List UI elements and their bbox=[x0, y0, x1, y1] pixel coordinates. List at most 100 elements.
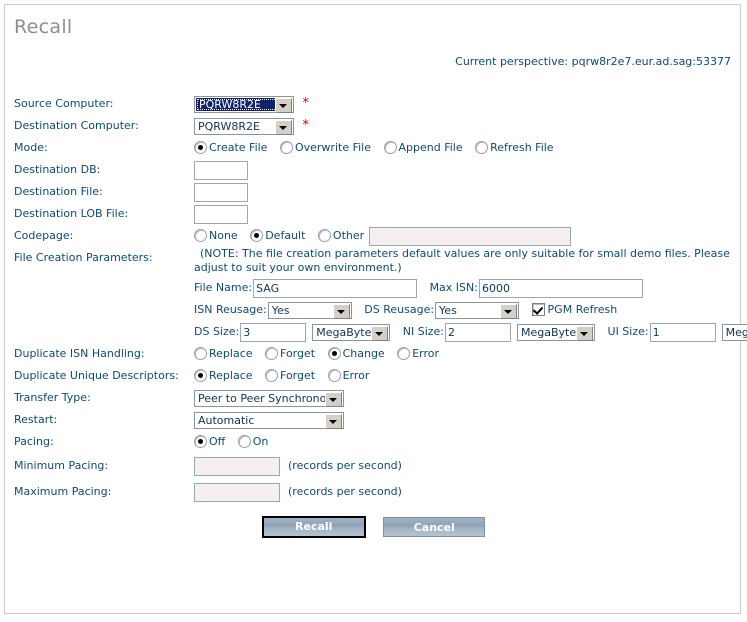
label-isn-reusage: ISN Reusage: bbox=[194, 303, 267, 316]
radio-dup-desc-forget[interactable] bbox=[265, 368, 279, 382]
maximum-pacing-input[interactable] bbox=[194, 482, 280, 502]
recall-button[interactable]: Recall bbox=[261, 516, 366, 538]
label-mode-overwrite-file[interactable]: Overwrite File bbox=[295, 141, 371, 154]
field-destination-computer: PQRW8R2E * bbox=[194, 115, 309, 137]
minimum-pacing-input[interactable] bbox=[194, 456, 280, 476]
chevron-down-icon[interactable] bbox=[325, 413, 342, 429]
label-pacing-off[interactable]: Off bbox=[209, 435, 225, 448]
radio-pacing-on[interactable] bbox=[237, 434, 251, 448]
chevron-down-icon[interactable] bbox=[275, 97, 292, 113]
label-dup-isn-change[interactable]: Change bbox=[343, 347, 385, 360]
destination-file-input[interactable] bbox=[194, 182, 248, 202]
label-dup-isn-replace[interactable]: Replace bbox=[209, 347, 253, 360]
label-dup-isn-error[interactable]: Error bbox=[412, 347, 439, 360]
ds-size-unit-select[interactable]: MegaBytes bbox=[312, 323, 391, 341]
label-mode-refresh-file[interactable]: Refresh File bbox=[490, 141, 553, 154]
units-minimum-pacing: (records per second) bbox=[288, 459, 402, 472]
radio-codepage-default[interactable] bbox=[250, 228, 264, 242]
destination-lob-file-input[interactable] bbox=[194, 204, 248, 224]
source-computer-select[interactable]: PQRW8R2E bbox=[194, 95, 294, 113]
row-file-creation-note: File Creation Parameters: (NOTE: The fil… bbox=[5, 247, 742, 277]
row-duplicate-isn-handling: Duplicate ISN Handling: Replace Forget C… bbox=[5, 343, 742, 365]
label-dup-desc-forget[interactable]: Forget bbox=[280, 369, 315, 382]
label-dup-desc-error[interactable]: Error bbox=[343, 369, 370, 382]
label-codepage-none[interactable]: None bbox=[209, 229, 238, 242]
label-dup-desc-replace[interactable]: Replace bbox=[209, 369, 253, 382]
label-destination-file: Destination File: bbox=[14, 185, 103, 198]
ni-size-input[interactable] bbox=[445, 322, 512, 342]
chevron-down-icon[interactable] bbox=[371, 325, 389, 341]
field-maximum-pacing: (records per second) bbox=[194, 479, 402, 505]
radio-mode-refresh-file[interactable] bbox=[475, 140, 489, 154]
radio-dup-isn-change[interactable] bbox=[327, 346, 341, 360]
radio-mode-append-file[interactable] bbox=[383, 140, 397, 154]
label-ds-size: DS Size: bbox=[194, 325, 240, 338]
row-reusage: ISN Reusage: Yes DS Reusage: Yes PGM Ref… bbox=[5, 299, 742, 321]
field-source-computer: PQRW8R2E * bbox=[194, 93, 309, 115]
codepage-other-input[interactable] bbox=[368, 226, 571, 246]
file-name-input[interactable] bbox=[253, 278, 418, 298]
ds-reusage-select[interactable]: Yes bbox=[435, 301, 520, 319]
radio-dup-desc-replace[interactable] bbox=[194, 368, 207, 382]
label-dup-isn-forget[interactable]: Forget bbox=[280, 347, 315, 360]
field-minimum-pacing: (records per second) bbox=[194, 453, 402, 479]
isn-reusage-select[interactable]: Yes bbox=[267, 301, 352, 319]
field-mode: Create File Overwrite File Append File R… bbox=[194, 137, 563, 159]
label-ds-reusage: DS Reusage: bbox=[364, 303, 435, 316]
label-destination-computer: Destination Computer: bbox=[14, 119, 139, 132]
ui-size-unit-value: MegaBytes bbox=[725, 325, 747, 339]
label-duplicate-unique-descriptors: Duplicate Unique Descriptors: bbox=[14, 369, 179, 382]
pgm-refresh-checkbox[interactable] bbox=[531, 302, 545, 316]
chevron-down-icon[interactable] bbox=[332, 303, 350, 319]
ui-size-unit-select[interactable]: MegaBytes bbox=[721, 323, 747, 341]
row-minimum-pacing: Minimum Pacing: (records per second) bbox=[5, 453, 742, 479]
row-mode: Mode: Create File Overwrite File Append … bbox=[5, 137, 742, 159]
label-mode-create-file[interactable]: Create File bbox=[209, 141, 267, 154]
field-duplicate-isn-handling: Replace Forget Change Error bbox=[194, 343, 448, 365]
chevron-down-icon[interactable] bbox=[576, 325, 594, 341]
label-pgm-refresh[interactable]: PGM Refresh bbox=[548, 303, 618, 316]
row-file-name-max-isn: File Name: Max ISN: bbox=[5, 277, 742, 299]
field-restart: Automatic bbox=[194, 409, 344, 431]
row-pacing: Pacing: Off On bbox=[5, 431, 742, 453]
label-maximum-pacing: Maximum Pacing: bbox=[14, 485, 112, 498]
destination-db-input[interactable] bbox=[194, 160, 248, 180]
radio-dup-isn-error[interactable] bbox=[397, 346, 411, 360]
field-destination-lob-file bbox=[194, 203, 248, 225]
max-isn-input[interactable] bbox=[478, 278, 643, 298]
destination-computer-select[interactable]: PQRW8R2E bbox=[194, 117, 294, 135]
ni-size-unit-select[interactable]: MegaBytes bbox=[517, 323, 596, 341]
radio-dup-isn-replace[interactable] bbox=[194, 346, 207, 360]
field-duplicate-unique-descriptors: Replace Forget Error bbox=[194, 365, 378, 387]
label-pacing-on[interactable]: On bbox=[253, 435, 269, 448]
radio-codepage-other[interactable] bbox=[317, 228, 331, 242]
field-destination-db bbox=[194, 159, 248, 181]
required-asterisk-destination: * bbox=[302, 118, 310, 133]
cancel-button[interactable]: Cancel bbox=[383, 517, 486, 537]
chevron-down-icon[interactable] bbox=[275, 119, 292, 135]
ds-size-input[interactable] bbox=[240, 322, 307, 342]
radio-mode-create-file[interactable] bbox=[194, 140, 207, 154]
transfer-type-select[interactable]: Peer to Peer Synchronous bbox=[194, 389, 344, 407]
field-destination-file bbox=[194, 181, 248, 203]
radio-codepage-none[interactable] bbox=[194, 228, 207, 242]
label-codepage-default[interactable]: Default bbox=[265, 229, 305, 242]
field-transfer-type: Peer to Peer Synchronous bbox=[194, 387, 344, 409]
radio-dup-desc-error[interactable] bbox=[327, 368, 341, 382]
label-duplicate-isn-handling: Duplicate ISN Handling: bbox=[14, 347, 145, 360]
label-mode-append-file[interactable]: Append File bbox=[399, 141, 463, 154]
row-destination-lob-file: Destination LOB File: bbox=[5, 203, 742, 225]
radio-pacing-off[interactable] bbox=[194, 434, 207, 448]
label-mode: Mode: bbox=[14, 141, 48, 154]
row-destination-db: Destination DB: bbox=[5, 159, 742, 181]
radio-dup-isn-forget[interactable] bbox=[265, 346, 279, 360]
chevron-down-icon[interactable] bbox=[325, 391, 342, 407]
restart-select[interactable]: Automatic bbox=[194, 411, 344, 429]
label-ui-size: UI Size: bbox=[607, 325, 649, 338]
ui-size-input[interactable] bbox=[649, 322, 716, 342]
row-maximum-pacing: Maximum Pacing: (records per second) bbox=[5, 479, 742, 505]
units-maximum-pacing: (records per second) bbox=[288, 485, 402, 498]
radio-mode-overwrite-file[interactable] bbox=[279, 140, 293, 154]
chevron-down-icon[interactable] bbox=[500, 303, 518, 319]
label-codepage-other[interactable]: Other bbox=[333, 229, 364, 242]
